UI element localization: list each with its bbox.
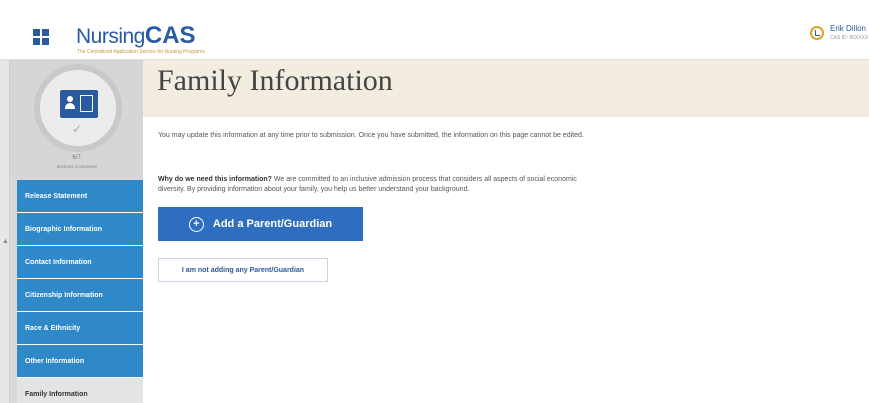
user-id: CAS ID: 85XXXX bbox=[830, 35, 869, 41]
top-strip bbox=[0, 0, 869, 14]
not-adding-parent-button[interactable]: I am not adding any Parent/Guardian bbox=[158, 258, 328, 282]
logo-nursing: Nursing bbox=[76, 25, 145, 48]
user-icon[interactable] bbox=[810, 26, 824, 40]
left-scroll-edge[interactable]: ▲ bbox=[0, 60, 10, 403]
sidebar-item-other-information[interactable]: Other Information bbox=[17, 345, 143, 378]
apps-grid-icon[interactable] bbox=[33, 29, 49, 45]
document-icon bbox=[80, 95, 93, 112]
progress-count: 6/7 bbox=[72, 155, 81, 161]
header: NursingCAS The Centralized Application S… bbox=[0, 14, 869, 60]
check-icon: ✓ bbox=[72, 122, 83, 136]
progress-panel: ✓ 6/7 Sections Completed bbox=[10, 60, 143, 178]
progress-ring: ✓ bbox=[34, 64, 122, 152]
scroll-arrow-icon[interactable]: ▲ bbox=[2, 238, 9, 245]
sidebar-item-biographic-information[interactable]: Biographic Information bbox=[17, 213, 143, 246]
progress-label: Sections Completed bbox=[56, 164, 97, 169]
nursingcas-logo[interactable]: NursingCAS The Centralized Application S… bbox=[76, 22, 205, 55]
add-parent-guardian-label: Add a Parent/Guardian bbox=[212, 218, 333, 230]
logo-tagline: The Centralized Application Service for … bbox=[77, 49, 205, 55]
why-heading: Why do we need this information? bbox=[158, 176, 272, 183]
logo-cas: CAS bbox=[144, 22, 196, 49]
user-name[interactable]: Erik Dillon bbox=[830, 24, 866, 33]
id-card-icon bbox=[60, 90, 98, 118]
page-title: Family Information bbox=[157, 64, 393, 97]
plus-icon: + bbox=[188, 216, 204, 232]
sidebar-item-race-ethnicity[interactable]: Race & Ethnicity bbox=[17, 312, 143, 345]
why-text-block: Why do we need this information? We are … bbox=[158, 175, 598, 195]
sidebar-item-citizenship-information[interactable]: Citizenship Information bbox=[17, 279, 143, 312]
sidebar-item-family-information[interactable]: Family Information bbox=[17, 378, 143, 403]
sidebar-item-contact-information[interactable]: Contact Information bbox=[17, 246, 143, 279]
intro-text: You may update this information at any t… bbox=[158, 132, 584, 139]
app-root: NursingCAS The Centralized Application S… bbox=[0, 0, 869, 403]
add-parent-guardian-button[interactable]: + Add a Parent/Guardian bbox=[158, 207, 363, 241]
sidebar-item-release-statement[interactable]: Release Statement bbox=[17, 180, 143, 213]
section-nav: Release Statement Biographic Information… bbox=[17, 180, 143, 403]
person-icon bbox=[65, 96, 75, 110]
